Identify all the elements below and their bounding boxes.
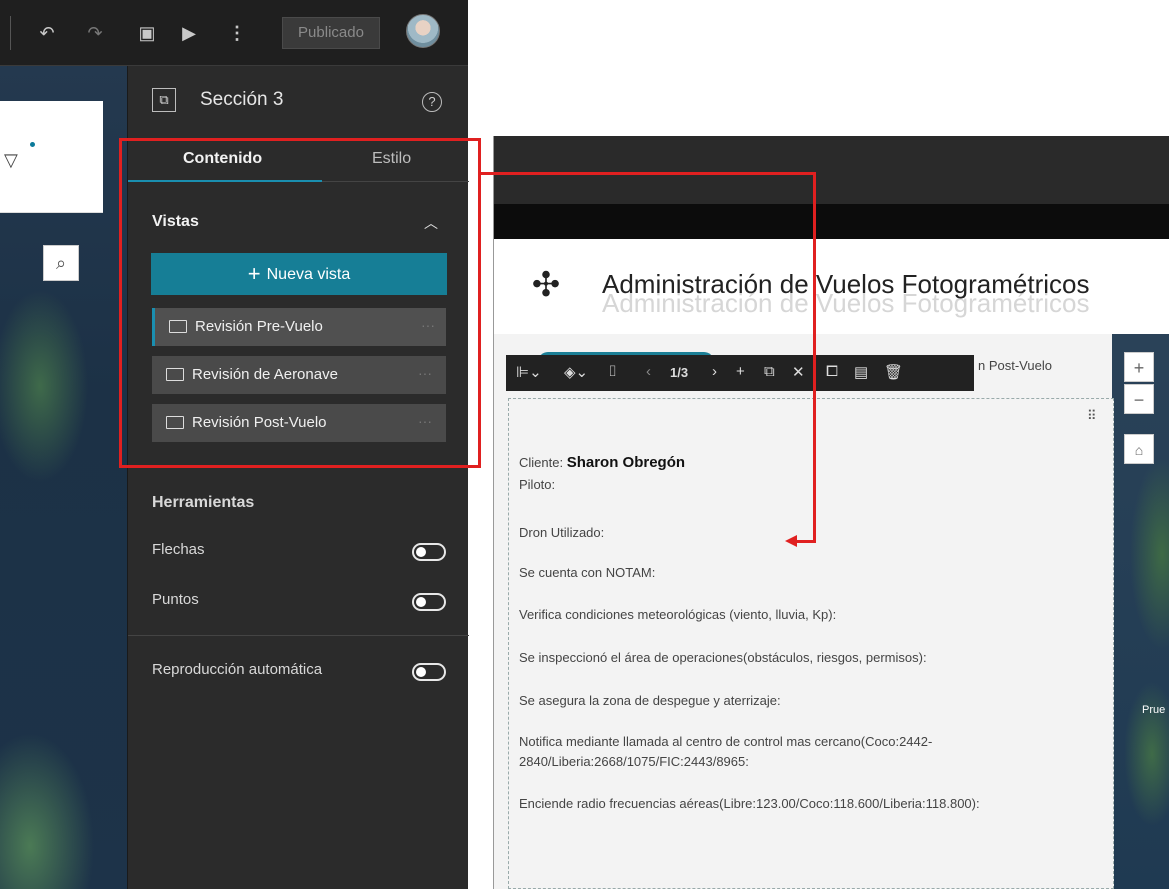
next-icon[interactable]: › bbox=[712, 363, 717, 380]
panel-divider bbox=[128, 635, 469, 636]
prev-icon[interactable]: ‹ bbox=[646, 363, 651, 380]
arrow-horizontal-segment bbox=[481, 172, 816, 175]
home-icon[interactable]: ⌂ bbox=[1124, 434, 1154, 464]
autoplay-toggle[interactable] bbox=[412, 663, 446, 681]
text-line: Notifica mediante llamada al centro de c… bbox=[519, 734, 933, 749]
filter-indicator-dot bbox=[30, 142, 35, 147]
text-card[interactable]: Cliente: Sharon Obregón Piloto: Dron Uti… bbox=[508, 398, 1114, 889]
trash-icon[interactable]: 🗑 bbox=[884, 363, 903, 381]
tab-post-vuelo-partial[interactable]: n Post-Vuelo bbox=[978, 358, 1052, 373]
preview-header: ✣ Administración de Vuelos Fotogramétric… bbox=[494, 239, 1169, 334]
element-toolbar: ⊫⌄ ◈⌄ ⌷ ‹ 1/3 › + ⧉ ✕ ⧠ ▤ 🗑 bbox=[506, 355, 974, 391]
help-icon[interactable]: ? bbox=[422, 92, 442, 112]
section-title: Sección 3 bbox=[200, 89, 284, 110]
text-line: Piloto: bbox=[519, 477, 556, 492]
tool-label: Puntos bbox=[152, 591, 199, 608]
text-line: Dron Utilizado: bbox=[519, 525, 605, 540]
arrow-vertical-segment bbox=[813, 172, 816, 542]
more-options-icon[interactable]: ⋮ bbox=[226, 20, 248, 46]
tool-label: Flechas bbox=[152, 541, 205, 558]
client-name: Sharon Obregón bbox=[566, 454, 686, 471]
client-label: Cliente: bbox=[519, 455, 564, 470]
lock-icon[interactable]: ⌷ bbox=[608, 363, 617, 380]
autoplay-label: Reproducción automática bbox=[152, 661, 323, 678]
text-line: Se cuenta con NOTAM: bbox=[519, 565, 656, 580]
undo-icon[interactable]: ↶ bbox=[36, 20, 58, 46]
section-icon: ⧉ bbox=[152, 88, 176, 112]
map-label: Prue bbox=[1142, 704, 1166, 716]
app-title: Administración de Vuelos Fotogramétricos bbox=[602, 269, 1090, 299]
tool-row-flechas: Flechas bbox=[152, 541, 448, 565]
redo-icon[interactable]: ↷ bbox=[84, 20, 106, 46]
text-line: Enciende radio frecuencias aéreas(Libre:… bbox=[519, 796, 980, 811]
drone-logo-icon: ✣ bbox=[531, 266, 561, 304]
tool-row-puntos: Puntos bbox=[152, 591, 448, 615]
grid-icon[interactable]: ⠿ bbox=[1087, 408, 1097, 424]
preview-topbar bbox=[494, 136, 1169, 239]
arrow-pointer-segment bbox=[795, 540, 816, 543]
text-line: Se inspeccionó el área de operaciones(ob… bbox=[519, 650, 927, 665]
layers-icon[interactable]: ◈⌄ bbox=[564, 363, 588, 381]
add-icon[interactable]: + bbox=[736, 363, 745, 380]
tools-heading: Herramientas bbox=[152, 494, 255, 511]
close-icon[interactable]: ✕ bbox=[792, 363, 805, 381]
client-line: Cliente: Sharon Obregón bbox=[519, 454, 685, 471]
publish-button[interactable]: Publicado bbox=[282, 17, 380, 49]
puntos-toggle[interactable] bbox=[412, 593, 446, 611]
flechas-toggle[interactable] bbox=[412, 543, 446, 561]
duplicate-icon[interactable]: ⧠ bbox=[826, 363, 838, 380]
text-line: Se asegura la zona de despegue y aterriz… bbox=[519, 693, 781, 708]
arrowhead-icon bbox=[785, 535, 797, 547]
avatar[interactable] bbox=[406, 14, 440, 48]
edit-icon[interactable]: ▤ bbox=[854, 363, 868, 381]
zoom-out-button[interactable]: − bbox=[1124, 384, 1154, 414]
panel-header: ⧉ Sección 3 ? bbox=[128, 66, 469, 136]
map-preview-strip: ▽ ⌕ bbox=[0, 66, 127, 889]
align-icon[interactable]: ⊫⌄ bbox=[516, 363, 542, 381]
text-line: 2840/Liberia:2668/1075/FIC:2443/8965: bbox=[519, 754, 749, 769]
play-icon[interactable]: ▶ bbox=[178, 20, 200, 46]
toolbar-separator bbox=[10, 16, 11, 50]
preview-app: ✣ Administración de Vuelos Fotogramétric… bbox=[493, 136, 1169, 889]
preview-topbar-band bbox=[494, 204, 1169, 239]
map-search-button[interactable]: ⌕ bbox=[43, 245, 79, 281]
save-icon[interactable]: ▣ bbox=[136, 20, 158, 46]
preview-map[interactable]: + − ⌂ Prue bbox=[1112, 334, 1169, 889]
builder-toolbar: ↶ ↷ ▣ ▶ ⋮ Publicado bbox=[0, 0, 468, 66]
copy-icon[interactable]: ⧉ bbox=[764, 363, 775, 380]
text-line: Verifica condiciones meteorológicas (vie… bbox=[519, 607, 837, 622]
page-indicator: 1/3 bbox=[670, 365, 689, 380]
zoom-in-button[interactable]: + bbox=[1124, 352, 1154, 382]
highlight-box bbox=[119, 138, 481, 468]
autoplay-row: Reproducción automática bbox=[152, 661, 448, 685]
filter-icon[interactable]: ▽ bbox=[4, 150, 18, 171]
